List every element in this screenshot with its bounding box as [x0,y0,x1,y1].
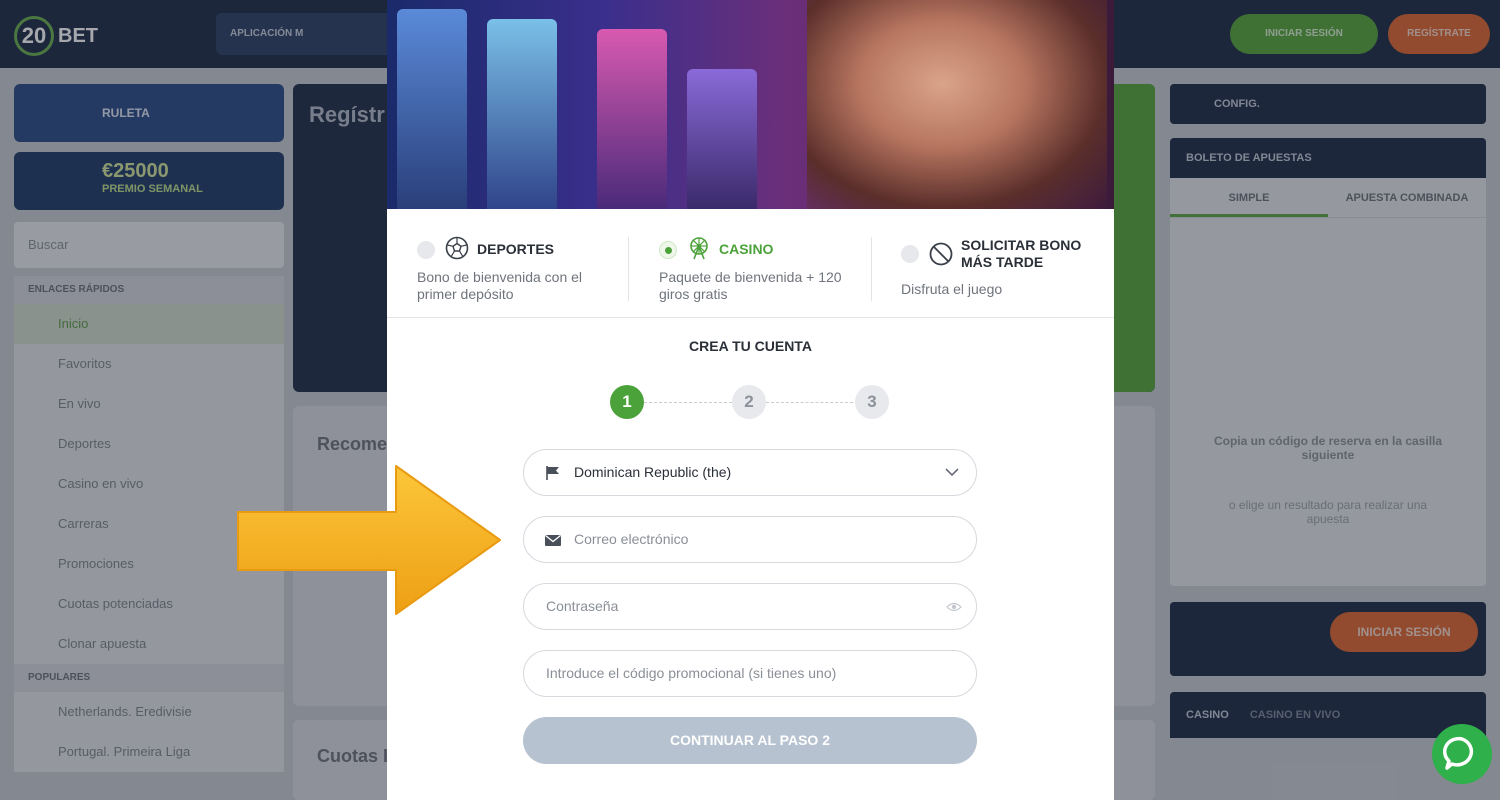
step-connector [644,402,732,403]
promo-code-field[interactable]: Introduce el código promocional (si tien… [523,650,977,697]
email-field[interactable]: Correo electrónico [523,516,977,563]
bonus-title-sports: DEPORTES [477,241,555,257]
continue-button[interactable]: CONTINUAR AL PASO 2 [523,717,977,764]
bonus-option-sports[interactable]: DEPORTES Bono de bienvenida con el prime… [417,235,627,305]
country-select[interactable]: Dominican Republic (the) [523,449,977,496]
ferris-wheel-icon [690,237,708,260]
bonus-title-later: SOLICITAR BONO MÁS TARDE [961,237,1082,270]
step-1: 1 [610,385,644,419]
divider [628,237,629,301]
slot-machine-image [687,69,757,209]
divider [871,237,872,301]
registration-modal: DEPORTES Bono de bienvenida con el prime… [387,0,1114,800]
form-title: CREA TU CUENTA [689,338,812,354]
eye-icon[interactable] [946,599,962,615]
country-value: Dominican Republic (the) [574,464,732,480]
hero-image [387,0,1114,209]
bonus-radio-later[interactable] [901,245,919,263]
slot-machine-image [397,9,467,209]
password-field[interactable]: Contraseña [523,583,977,630]
step-3: 3 [855,385,889,419]
password-placeholder: Contraseña [546,598,619,614]
bonus-options: DEPORTES Bono de bienvenida con el prime… [387,209,1114,318]
step-indicator: 1 2 3 [610,385,892,419]
soccer-ball-icon [445,236,469,260]
bonus-option-later[interactable]: SOLICITAR BONO MÁS TARDE Disfruta el jue… [901,235,1101,305]
bonus-desc-sports: Bono de bienvenida con el primer depósit… [417,269,583,302]
bonus-radio-casino[interactable] [659,241,677,259]
email-placeholder: Correo electrónico [574,531,689,547]
flag-icon [546,466,559,480]
bonus-radio-sports[interactable] [417,241,435,259]
live-chat-button[interactable] [1432,724,1492,784]
no-bonus-icon [929,242,953,266]
envelope-icon [545,534,561,546]
step-2: 2 [732,385,766,419]
woman-portrait-image [807,0,1107,209]
chat-icon [1442,736,1474,770]
chevron-down-icon [945,468,959,477]
step-connector [766,402,858,403]
bonus-option-casino[interactable]: CASINO Paquete de bienvenida + 120 giros… [659,235,859,305]
pointer-arrow-icon [237,465,501,615]
slot-machine-image [597,29,667,209]
bonus-desc-casino: Paquete de bienvenida + 120 giros gratis [659,269,842,302]
slot-machine-image [487,19,557,209]
promo-code-placeholder: Introduce el código promocional (si tien… [546,665,837,681]
bonus-title-casino: CASINO [719,241,774,257]
bonus-desc-later: Disfruta el juego [901,281,1003,297]
